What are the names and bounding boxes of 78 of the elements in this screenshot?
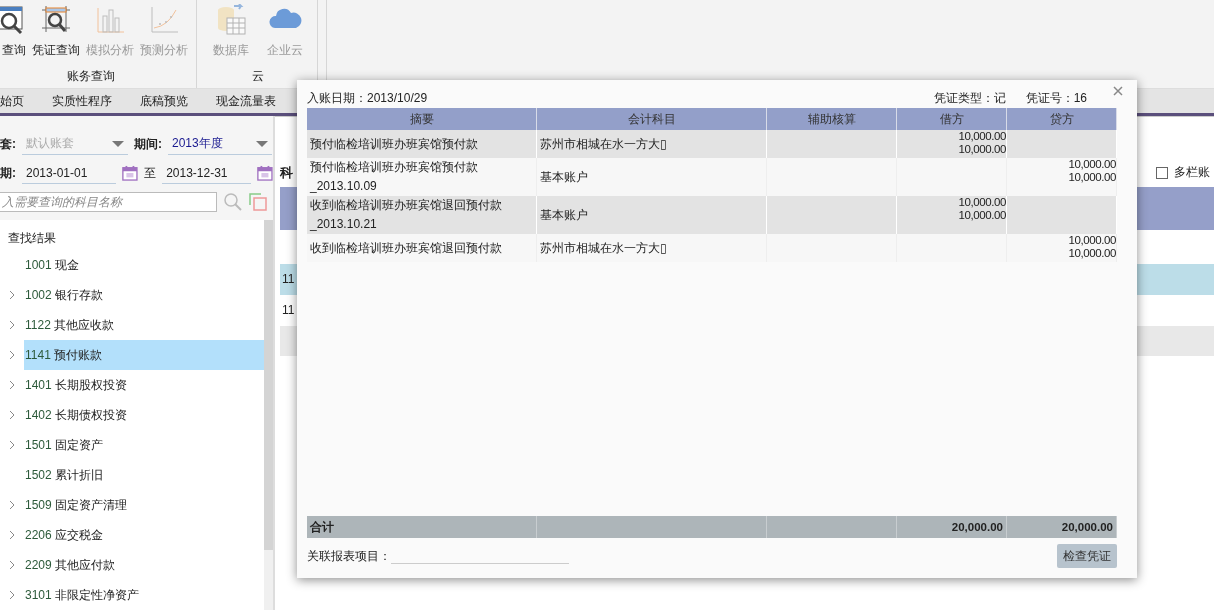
voucher-type: 凭证类型：记 (933, 89, 1006, 107)
table-cell: 20,000.00 (897, 516, 1007, 538)
checkbox[interactable] (1156, 166, 1168, 179)
column-header: 辅助核算 (767, 108, 897, 130)
tab[interactable]: 底稿预览 (126, 89, 202, 113)
field-label: 期间: (134, 135, 162, 153)
amount-text: 10,000.00 (958, 196, 1006, 209)
table-cell: 苏州市相城在水一方大▯ (537, 130, 767, 158)
trend-chart-icon (148, 4, 180, 36)
calendar-icon (122, 164, 139, 182)
checkbox-label: 多栏账 (1174, 164, 1210, 181)
close-icon[interactable] (1113, 86, 1123, 96)
column-header: 贷方 (1007, 108, 1117, 130)
tree-item[interactable]: 1501 固定资产 (24, 430, 264, 460)
ribbon-button[interactable]: 凭证查询 (30, 0, 82, 59)
scrollbar-thumb[interactable] (264, 220, 273, 550)
chevron-icon[interactable] (9, 530, 15, 540)
tab[interactable]: 现金流量表 (202, 89, 290, 113)
date-field[interactable]: 2013-01-01 (22, 162, 117, 184)
chevron-icon[interactable] (9, 410, 15, 420)
amount-text: 10,000.00 (1068, 171, 1116, 184)
tree-item[interactable]: 1401 长期股权投资 (24, 370, 264, 400)
field-label: 套: (0, 135, 16, 153)
tree-item[interactable]: 1402 长期债权投资 (24, 400, 264, 430)
tree-item[interactable]: 1122 其他应收款 (24, 310, 264, 340)
tree-item[interactable]: 1509 固定资产清理 (24, 490, 264, 520)
group-label: 云 (251, 68, 265, 85)
chevron-icon[interactable] (9, 350, 15, 360)
amount-text: 10,000.00 (958, 130, 1006, 143)
tab[interactable]: 始页 (0, 89, 38, 113)
amount-text: 10,000.00 (1068, 158, 1116, 171)
table-cell: 预付临检培训班办班宾馆预付款 (307, 130, 537, 158)
tree-item[interactable]: 2206 应交税金 (24, 520, 264, 550)
chevron-icon[interactable] (9, 440, 15, 450)
chevron-icon[interactable] (9, 320, 15, 330)
posting-date: 入账日期：2013/10/29 (307, 89, 428, 107)
tree-item[interactable]: 1141 预付账款 (24, 340, 264, 370)
column-heading: 科 (280, 163, 293, 182)
table-cell: 20,000.00 (1007, 516, 1117, 538)
search-field[interactable]: 入需要查询的科目名称 (0, 191, 217, 212)
tree-item[interactable]: 1002 银行存款 (24, 280, 264, 310)
field-label: 期: (0, 164, 16, 182)
tab[interactable]: 实质性程序 (38, 89, 126, 113)
chevron-icon[interactable] (9, 380, 15, 390)
caret-icon (256, 140, 268, 147)
field-label: 至 (144, 164, 157, 182)
date-field[interactable]: 2013-12-31 (162, 162, 252, 184)
tree-item[interactable]: 3101 非限定性净资产 (24, 580, 264, 610)
table-cell: 基本账户 (537, 158, 767, 196)
tree-root-label[interactable]: 查找结果 (0, 226, 264, 250)
column-header: 会计科目 (537, 108, 767, 130)
column-header: 摘要 (307, 108, 537, 130)
check-voucher-button[interactable]: 检查凭证 (1057, 544, 1117, 568)
voucher-number: 凭证号：16 (1025, 89, 1087, 107)
caret-icon (112, 140, 124, 147)
column-header: 借方 (897, 108, 1007, 130)
period-dropdown[interactable]: 2013年度 (168, 133, 272, 155)
table-cell: 预付临检培训班办班宾馆预付款_2013.10.09 (307, 158, 537, 196)
ribbon-button[interactable]: 查询 (0, 0, 28, 59)
group-label: 账务查询 (66, 68, 116, 85)
tree-item[interactable]: 1502 累计折旧 (24, 460, 264, 490)
tree-item[interactable]: 1001 现金 (24, 250, 264, 280)
chevron-icon[interactable] (9, 590, 15, 600)
amount-text: 10,000.00 (1068, 234, 1116, 247)
amount-text: 10,000.00 (958, 143, 1006, 156)
tree-item[interactable]: 2209 其他应付款 (24, 550, 264, 580)
table-cell: 收到临检培训班办班宾馆退回预付款 (307, 234, 537, 262)
amount-text: 10,000.00 (1068, 247, 1116, 260)
table-cell: 基本账户 (537, 196, 767, 234)
table-cell: 苏州市相城在水一方大▯ (537, 234, 767, 262)
field-label: 关联报表项目： (307, 547, 391, 565)
amount-text: 10,000.00 (958, 209, 1006, 222)
chevron-icon[interactable] (9, 500, 15, 510)
chevron-icon[interactable] (9, 560, 15, 570)
database-icon (215, 4, 247, 36)
chevron-icon[interactable] (9, 290, 15, 300)
table-cell: 收到临检培训班办班宾馆退回预付款_2013.10.21 (307, 196, 537, 234)
table-cell: 合计 (307, 516, 537, 538)
